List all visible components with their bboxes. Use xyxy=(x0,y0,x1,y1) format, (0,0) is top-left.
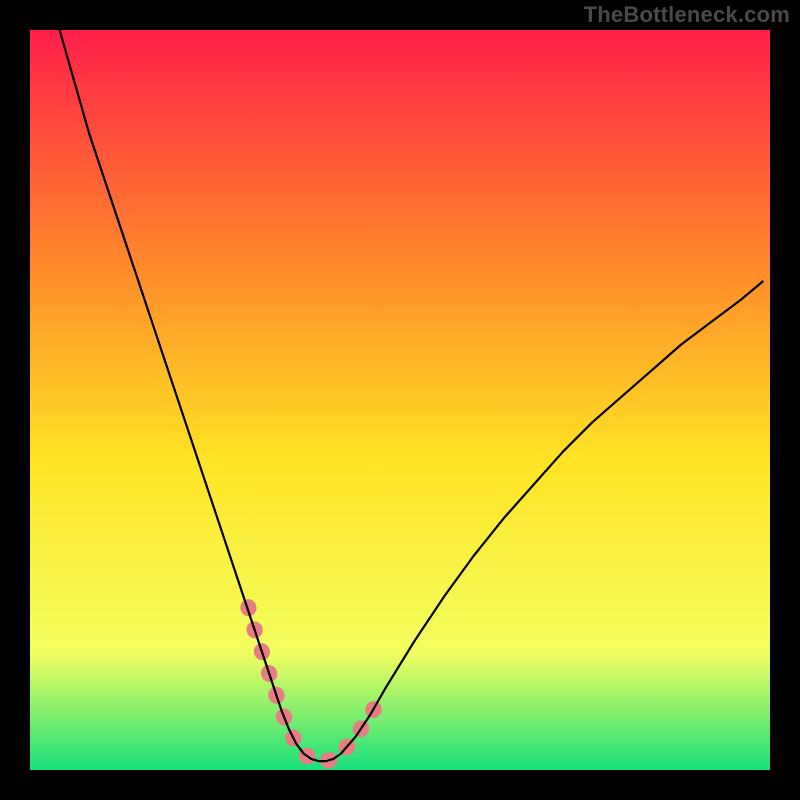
bottleneck-chart xyxy=(30,30,770,770)
watermark-text: TheBottleneck.com xyxy=(584,2,790,28)
gradient-background xyxy=(30,30,770,770)
chart-frame: TheBottleneck.com xyxy=(0,0,800,800)
plot-area xyxy=(30,30,770,770)
